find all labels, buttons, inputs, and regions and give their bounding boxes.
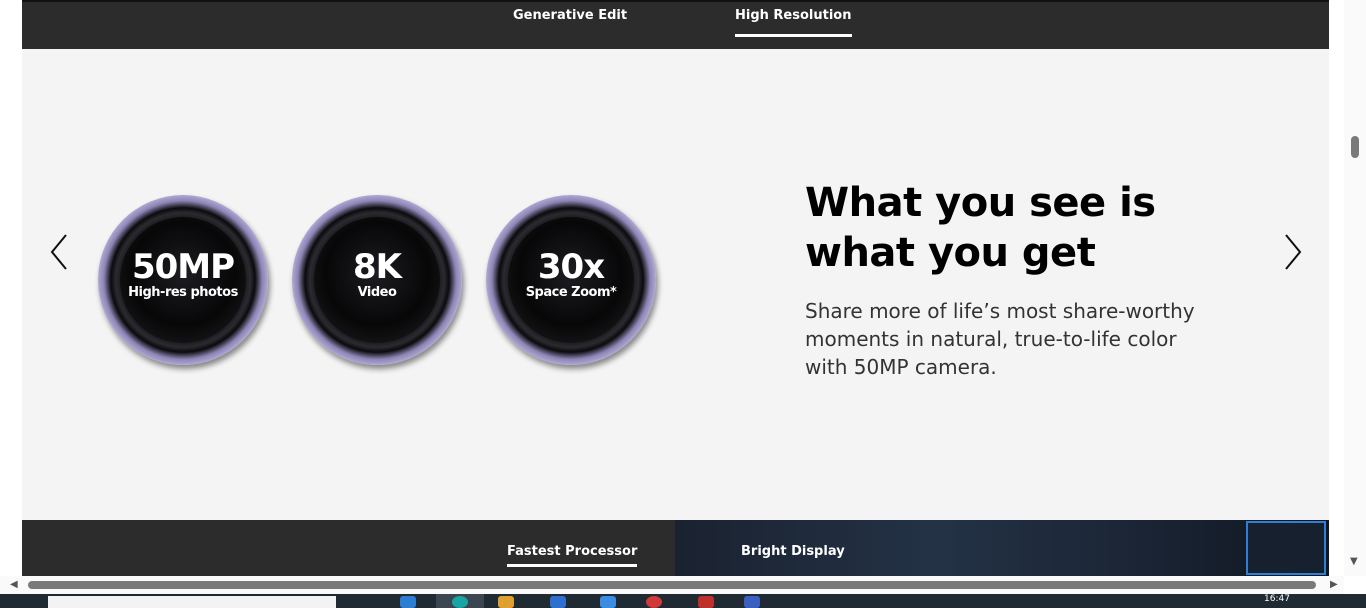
feature-tab-bar-bottom: Fastest Processor Bright Display (22, 520, 1329, 576)
vertical-scrollbar[interactable]: ▼ (1344, 0, 1366, 576)
headline-line-2: what you get (805, 230, 1096, 276)
tab-bright-display[interactable]: Bright Display (741, 544, 845, 559)
scroll-left-arrow-icon[interactable]: ◀ (10, 579, 18, 590)
lens-50mp: 50MP High-res photos (98, 195, 268, 365)
slide-headline: What you see is what you get (805, 178, 1225, 278)
horizontal-scrollbar[interactable]: ◀ ▶ (0, 576, 1344, 594)
lens-8k: 8K Video (292, 195, 462, 365)
vertical-scroll-thumb[interactable] (1351, 136, 1359, 158)
lens-30x-value: 30x (537, 247, 605, 287)
horizontal-scroll-thumb[interactable] (28, 581, 1316, 589)
headline-line-1: What you see is (805, 180, 1156, 226)
next-slide-button[interactable] (1276, 227, 1306, 277)
taskbar-browser-icon[interactable] (452, 596, 468, 608)
taskbar-app-icon[interactable] (698, 596, 714, 608)
tab-fastest-processor[interactable]: Fastest Processor (507, 544, 638, 567)
scroll-right-arrow-icon[interactable]: ▶ (1330, 579, 1338, 590)
lens-8k-value: 8K (352, 247, 402, 287)
chevron-left-icon (50, 234, 67, 270)
lens-50mp-value: 50MP (131, 247, 235, 287)
lens-30x: 30x Space Zoom* (486, 195, 656, 365)
taskbar-search-box[interactable] (48, 596, 336, 608)
chevron-right-icon (1285, 234, 1302, 270)
feature-slide: 50MP High-res photos 8K Video 30x Space … (22, 49, 1329, 520)
thumbnail-preview[interactable] (1246, 521, 1326, 575)
scroll-down-arrow-icon[interactable]: ▼ (1350, 556, 1358, 567)
taskbar-app-icon[interactable] (646, 596, 662, 608)
feature-tab-bar: Generative Edit High Resolution (22, 0, 1329, 49)
taskbar-app-icon[interactable] (744, 596, 760, 608)
lens-30x-caption: Space Zoom* (525, 285, 617, 300)
lens-8k-caption: Video (357, 285, 397, 300)
taskbar-app-icon[interactable] (400, 596, 416, 608)
tab-high-resolution[interactable]: High Resolution (735, 8, 852, 37)
taskbar-folder-icon[interactable] (498, 596, 514, 608)
tab-generative-edit[interactable]: Generative Edit (513, 8, 627, 23)
lens-50mp-caption: High-res photos (128, 285, 238, 300)
taskbar-app-icon[interactable] (550, 596, 566, 608)
taskbar: 16:47 (0, 594, 1366, 608)
web-page: Generative Edit High Resolution 50MP Hig… (0, 0, 1344, 576)
taskbar-app-icon[interactable] (600, 596, 616, 608)
slide-description: Share more of life’s most share-worthy m… (805, 299, 1195, 379)
taskbar-clock: 16:47 (1264, 594, 1290, 604)
previous-slide-button[interactable] (46, 227, 76, 277)
